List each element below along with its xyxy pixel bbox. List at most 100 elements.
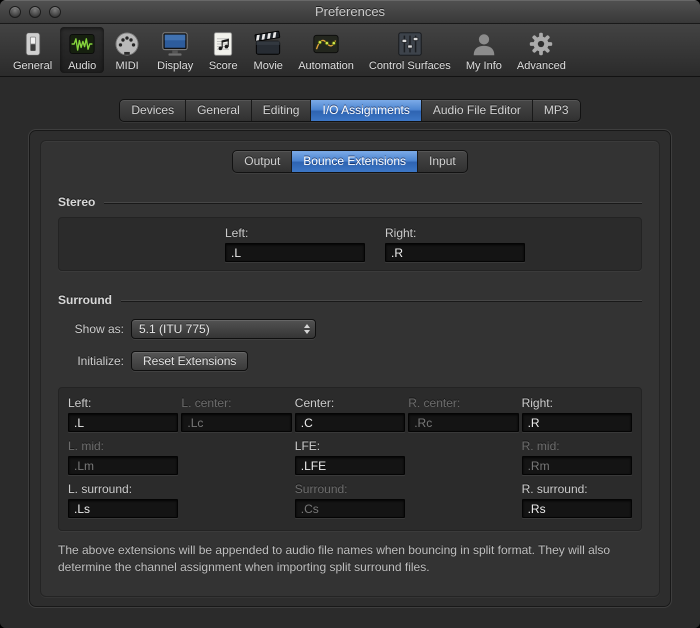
extension-label: LFE: [294,439,321,453]
surround-extensions-group: Left: L. center: Center: R. center: [58,387,642,531]
section-divider [104,201,642,203]
extension-label: Center: [294,396,335,410]
surround-format-value: 5.1 (ITU 775) [139,322,210,336]
faders-icon [395,29,425,59]
reset-extensions-button[interactable]: Reset Extensions [131,351,249,371]
extension-field-right: Right: [521,396,632,432]
initialize-row: Initialize: Reset Extensions [58,351,642,371]
toolbar-label: Automation [298,60,354,72]
toolbar-item-automation[interactable]: Automation [291,27,361,73]
stereo-left-input[interactable] [225,243,365,262]
toolbar-item-midi[interactable]: MIDI [105,27,149,73]
extension-r-surround-input[interactable] [521,499,632,518]
person-icon [469,29,499,59]
score-sheet-icon [208,29,238,59]
extension-label: L. mid: [68,439,105,453]
toolbar-label: Audio [68,60,97,72]
toolbar-item-general[interactable]: General [6,27,59,73]
toolbar-label: My Info [465,60,502,72]
toolbar-item-movie[interactable]: Movie [246,27,290,73]
title-bar: Preferences [0,0,700,24]
toolbar-item-display[interactable]: Display [150,27,200,73]
extension-field-l-center: L. center: [181,396,292,432]
stereo-heading-text: Stereo [58,195,96,209]
tab-io-assignments[interactable]: I/O Assignments [311,100,422,121]
extension-label: Surround: [294,482,348,496]
extension-center-input[interactable] [294,413,406,432]
extension-label: L. center: [181,396,232,410]
toolbar-label: Advanced [516,60,566,72]
extension-label: R. surround: [521,482,588,496]
extension-l-mid-input [68,456,179,475]
extension-field-r-surround: R. surround: [521,482,632,518]
tab-general[interactable]: General [186,100,252,121]
extension-label: Left: [68,396,92,410]
show-as-label: Show as: [74,322,124,336]
stereo-section-heading: Stereo [58,195,642,209]
extension-right-input[interactable] [521,413,632,432]
extension-surround-input [294,499,406,518]
extension-l-surround-input[interactable] [68,499,179,518]
close-button[interactable] [9,6,21,18]
extension-lfe-input[interactable] [294,456,406,475]
stereo-extensions-group: Left: Right: [58,217,642,271]
extension-field-center: Center: [294,396,406,432]
toolbar-label: Movie [253,60,283,72]
toolbar-item-advanced[interactable]: Advanced [510,27,573,73]
tab-editing[interactable]: Editing [252,100,312,121]
tab-mp3[interactable]: MP3 [533,100,580,121]
extension-field-r-center: R. center: [408,396,519,432]
toolbar-item-audio[interactable]: Audio [60,27,105,73]
tab-devices[interactable]: Devices [120,100,187,121]
toolbar-label: MIDI [115,60,139,72]
surround-section-heading: Surround [58,293,642,307]
zoom-button[interactable] [49,6,61,18]
stepper-arrows-icon [304,324,310,334]
toolbar-item-control-surfaces[interactable]: Control Surfaces [362,27,458,73]
io-subtab-bar: Output Bounce Extensions Input [232,150,468,173]
extension-field-l-mid: L. mid: [68,439,179,475]
extension-l-center-input [181,413,292,432]
waveform-icon [67,29,97,59]
toolbar-item-score[interactable]: Score [201,27,245,73]
stereo-left-field: Left: [225,226,365,262]
stereo-right-input[interactable] [385,243,525,262]
extensions-help-text: The above extensions will be appended to… [58,543,611,575]
extension-field-r-mid: R. mid: [521,439,632,475]
preferences-content: Devices General Editing I/O Assignments … [0,77,700,628]
toolbar-label: Display [157,60,194,72]
subtab-bounce-extensions[interactable]: Bounce Extensions [292,151,419,172]
io-assignments-pane: Output Bounce Extensions Input Stereo Le… [28,129,672,608]
extension-field-l-surround: L. surround: [68,482,179,518]
toolbar-label: Control Surfaces [368,60,451,72]
midi-din-icon [112,29,142,59]
extension-label: Right: [521,396,553,410]
extension-r-center-input [408,413,519,432]
toolbar-label: Score [208,60,238,72]
stereo-right-field: Right: [385,226,525,262]
extension-label: R. center: [408,396,461,410]
minimize-button[interactable] [29,6,41,18]
gear-icon [526,29,556,59]
extension-label: L. surround: [68,482,133,496]
toolbar-label: General [13,60,53,72]
clapperboard-icon [253,29,283,59]
surround-heading-text: Surround [58,293,112,307]
window-title: Preferences [314,4,386,19]
monitor-icon [160,29,190,59]
initialize-label: Initialize: [77,354,124,368]
subtab-output[interactable]: Output [233,151,293,172]
surround-format-dropdown[interactable]: 5.1 (ITU 775) [131,319,316,339]
tab-audio-file-editor[interactable]: Audio File Editor [422,100,533,121]
extension-field-left: Left: [68,396,179,432]
toolbar-item-my-info[interactable]: My Info [459,27,509,73]
switch-icon [18,29,48,59]
subtab-input[interactable]: Input [418,151,467,172]
extension-field-lfe: LFE: [294,439,406,475]
preferences-toolbar: General Audio MIDI Display Score Movie A… [0,24,700,77]
stereo-left-label: Left: [225,226,249,240]
preferences-tab-bar: Devices General Editing I/O Assignments … [119,99,581,122]
extension-field-surround: Surround: [294,482,406,518]
bounce-extensions-panel: Output Bounce Extensions Input Stereo Le… [40,140,660,597]
extension-left-input[interactable] [68,413,179,432]
